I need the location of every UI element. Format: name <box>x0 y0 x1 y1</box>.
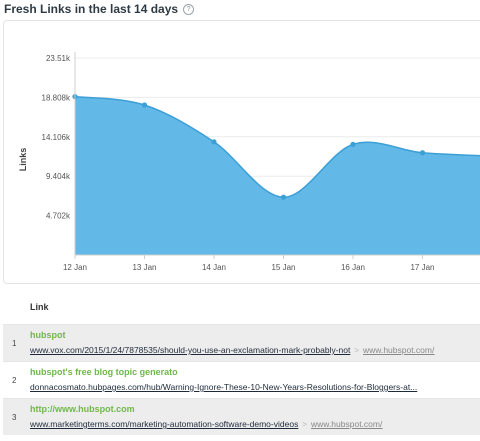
data-point <box>280 194 287 200</box>
data-point <box>211 139 217 145</box>
table-row: 1 hubspot www.vox.com/2015/1/24/7878535/… <box>3 324 480 361</box>
table-row: 3 http://www.hubspot.com www.marketingte… <box>3 398 480 435</box>
link-url-line: www.marketingterms.com/marketing-automat… <box>30 419 382 429</box>
data-point <box>141 102 148 108</box>
row-number: 2 <box>12 376 17 385</box>
target-domain-link[interactable]: www.hubspot.com/ <box>311 419 382 429</box>
x-tick-label: 16 Jan <box>341 263 365 272</box>
row-number: 1 <box>12 339 17 348</box>
link-url-line: www.vox.com/2015/1/24/7878535/should-you… <box>30 345 434 355</box>
link-url-line: donnacosmato.hubpages.com/hub/Warning-Ig… <box>30 382 417 392</box>
target-domain-link[interactable]: www.hubspot.com/ <box>363 345 434 355</box>
data-point <box>419 150 426 156</box>
y-axis-label: Links <box>18 148 28 172</box>
arrow-separator-icon: > <box>302 420 307 429</box>
x-tick-label: 14 Jan <box>202 263 226 272</box>
y-tick-label: 9.404k <box>46 172 71 181</box>
question-circle-icon[interactable]: ? <box>183 3 195 15</box>
y-tick-label: 4.702k <box>46 212 71 221</box>
link-anchor-title: hubspot's free blog topic generato <box>30 367 178 377</box>
link-anchor-title: hubspot <box>30 330 66 340</box>
y-tick-label: 23.51k <box>46 54 71 63</box>
link-anchor-title: http://www.hubspot.com <box>30 404 135 414</box>
y-tick-label: 14.106k <box>42 133 71 142</box>
links-chart-panel: 23.51k 18.808k 14.106k 9.404k 4.702k 12 Jan 13… <box>3 20 480 284</box>
source-url-link[interactable]: donnacosmato.hubpages.com/hub/Warning-Ig… <box>30 382 417 392</box>
source-url-link[interactable]: www.vox.com/2015/1/24/7878535/should-you… <box>30 345 350 355</box>
source-url-link[interactable]: www.marketingterms.com/marketing-automat… <box>30 419 298 429</box>
links-column-header: Link <box>30 302 49 312</box>
x-tick-label: 15 Jan <box>271 263 295 272</box>
arrow-separator-icon: > <box>354 346 360 355</box>
x-tick-label: 17 Jan <box>410 263 434 272</box>
links-area-chart: 23.51k 18.808k 14.106k 9.404k 4.702k 12 Jan 13… <box>18 52 480 272</box>
x-tick-label: 12 Jan <box>63 263 87 272</box>
y-tick-label: 18.808k <box>42 93 71 102</box>
page-title: Fresh Links in the last 14 days <box>4 2 179 16</box>
x-tick-label: 13 Jan <box>132 263 156 272</box>
table-row: 2 hubspot's free blog topic generato don… <box>3 361 480 398</box>
data-point <box>350 141 356 147</box>
row-number: 3 <box>12 413 17 422</box>
section-header: Fresh Links in the last 14 days ? <box>4 1 195 17</box>
